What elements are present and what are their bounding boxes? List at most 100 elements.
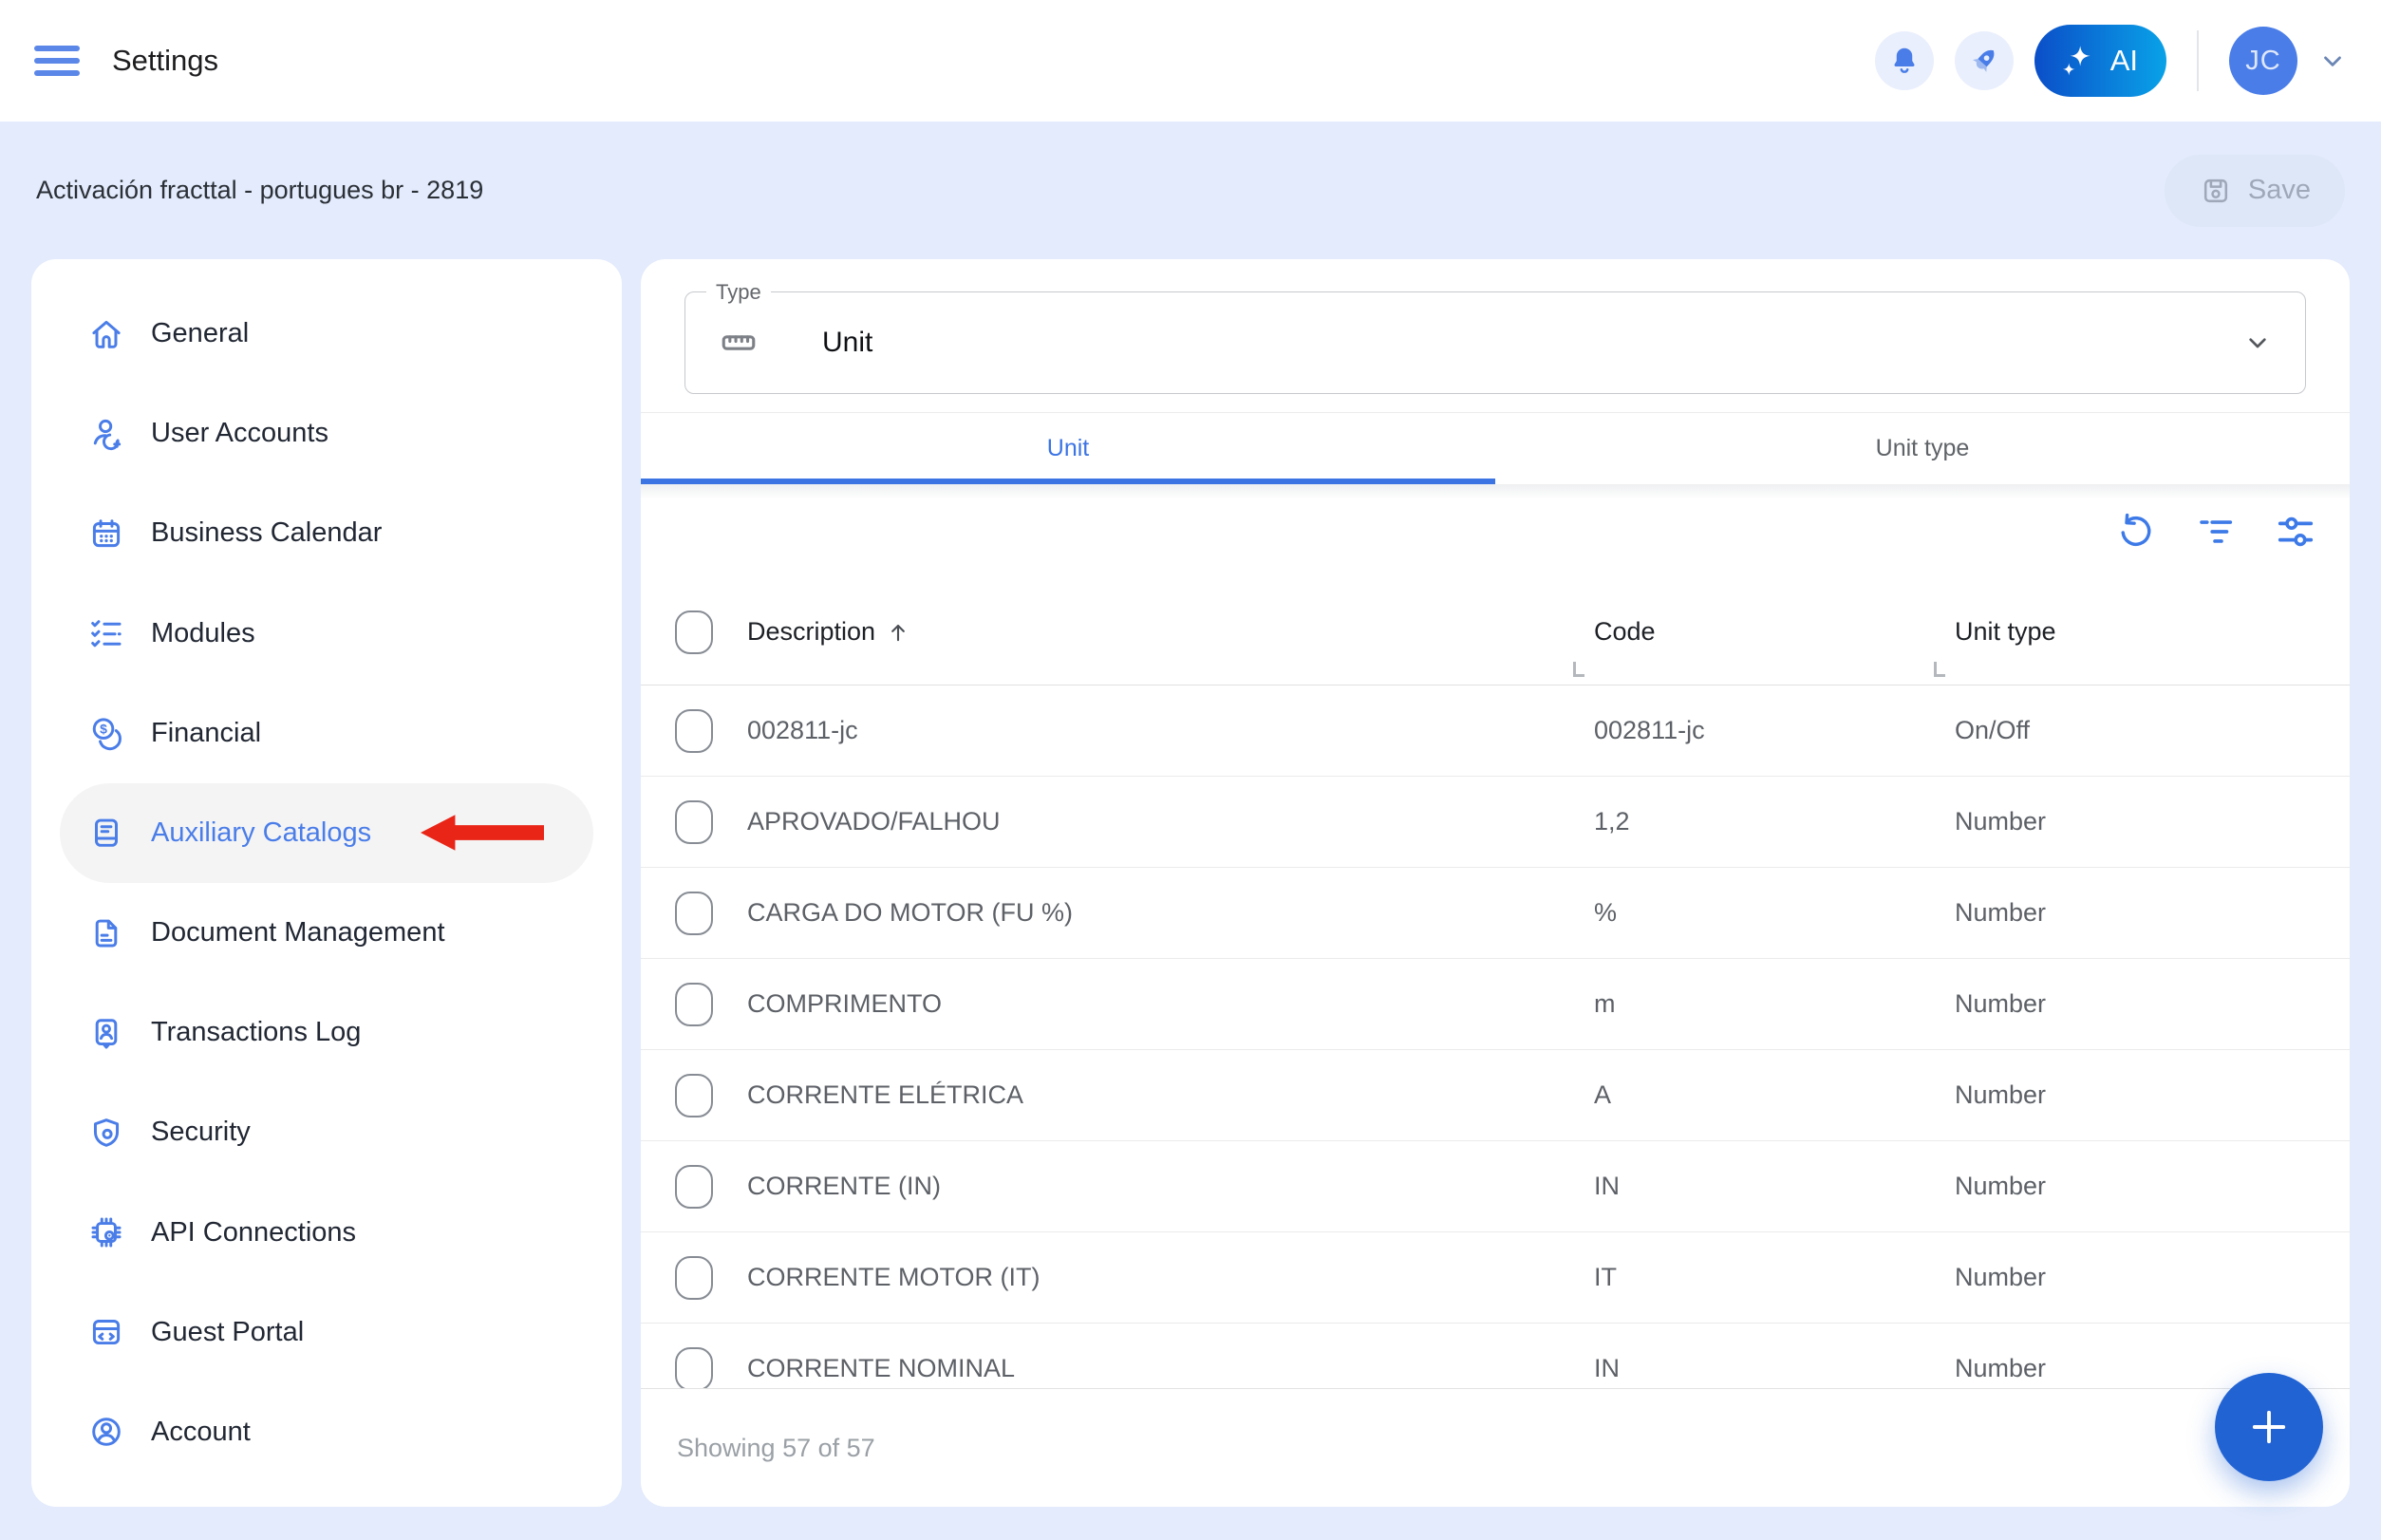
notifications-button[interactable] [1875, 31, 1934, 90]
whats-new-button[interactable] [1955, 31, 2014, 90]
table-body: 002811-jc 002811-jc On/Off APROVADO/FALH… [641, 685, 2350, 1388]
sidebar-item-label: Auxiliary Catalogs [151, 817, 371, 849]
transactions-icon [86, 1013, 126, 1053]
tune-icon[interactable] [2274, 510, 2317, 554]
company-title: Activación fracttal - portugues br - 281… [36, 176, 483, 205]
catalogs-icon [86, 813, 126, 853]
sidebar-item-label: Account [151, 1417, 251, 1448]
table-row[interactable]: 002811-jc 002811-jc On/Off [641, 685, 2350, 777]
add-button[interactable] [2215, 1373, 2323, 1481]
column-header-description[interactable]: Description [747, 617, 1594, 647]
financial-icon: $ [86, 713, 126, 753]
api-icon [86, 1212, 126, 1252]
save-icon [2199, 174, 2233, 208]
type-section: Type Unit [641, 259, 2350, 413]
sidebar-item-security[interactable]: Security [60, 1082, 593, 1182]
sidebar-item-api-connections[interactable]: API Connections [60, 1183, 593, 1283]
sidebar-item-label: Modules [151, 618, 255, 649]
user-add-icon [86, 414, 126, 454]
table-row[interactable]: APROVADO/FALHOU 1,2 Number [641, 777, 2350, 868]
sidebar-item-business-calendar[interactable]: Business Calendar [60, 483, 593, 583]
sidebar-item-label: Guest Portal [151, 1317, 304, 1348]
sidebar-item-label: API Connections [151, 1217, 356, 1249]
row-checkbox[interactable] [675, 709, 713, 753]
sidebar-item-label: Financial [151, 718, 261, 749]
sidebar-item-label: Security [151, 1117, 251, 1148]
checklist-icon [86, 613, 126, 653]
column-header-unit-type[interactable]: Unit type [1955, 617, 2315, 647]
portal-icon [86, 1312, 126, 1352]
sidebar-item-user-accounts[interactable]: User Accounts [60, 384, 593, 483]
type-select-label: Type [706, 280, 771, 305]
row-checkbox[interactable] [675, 892, 713, 935]
sidebar-item-account[interactable]: Account [60, 1382, 593, 1482]
rocket-icon [1966, 43, 2002, 79]
row-checkbox[interactable] [675, 1256, 713, 1300]
column-resize-handle[interactable] [1934, 662, 1945, 677]
chevron-down-icon[interactable] [2318, 47, 2347, 75]
sidebar-item-label: Document Management [151, 917, 445, 948]
type-select[interactable]: Type Unit [684, 291, 2306, 394]
sidebar-item-label: General [151, 318, 249, 349]
account-icon [86, 1412, 126, 1452]
avatar[interactable]: JC [2229, 27, 2297, 95]
tab-label: Unit [1047, 435, 1089, 462]
row-checkbox[interactable] [675, 1074, 713, 1117]
save-label: Save [2248, 175, 2311, 206]
sidebar-item-document-management[interactable]: Document Management [60, 883, 593, 983]
tab-unit-type[interactable]: Unit type [1495, 413, 2350, 484]
auxiliary-catalogs-panel: Type Unit Unit Unit type [641, 259, 2350, 1507]
top-bar: Settings [0, 0, 2381, 122]
page-title: Settings [112, 44, 218, 78]
security-icon [86, 1113, 126, 1153]
tab-label: Unit type [1876, 435, 1970, 462]
tab-bar: Unit Unit type [641, 413, 2350, 484]
ai-label: AI [2110, 44, 2138, 78]
calendar-icon [86, 514, 126, 554]
plus-icon [2244, 1402, 2294, 1452]
table-row[interactable]: COMPRIMENTO m Number [641, 959, 2350, 1050]
type-select-value: Unit [822, 327, 872, 359]
settings-sidebar: General User Accounts Business Calendar … [31, 259, 622, 1507]
select-all-checkbox[interactable] [675, 610, 713, 654]
filter-icon[interactable] [2194, 510, 2238, 554]
sidebar-item-label: Transactions Log [151, 1017, 361, 1048]
svg-text:$: $ [100, 722, 107, 737]
chevron-down-icon [2242, 328, 2273, 358]
menu-icon[interactable] [34, 46, 80, 76]
bell-icon [1886, 43, 1922, 79]
showing-count: Showing 57 of 57 [677, 1434, 875, 1463]
refresh-icon[interactable] [2114, 510, 2158, 554]
row-checkbox[interactable] [675, 800, 713, 844]
column-resize-handle[interactable] [1573, 662, 1584, 677]
table-row[interactable]: CORRENTE NOMINAL IN Number [641, 1324, 2350, 1388]
table-toolbar [641, 484, 2350, 579]
sidebar-item-label: Business Calendar [151, 517, 382, 549]
document-icon [86, 913, 126, 953]
home-icon [86, 314, 126, 354]
row-checkbox[interactable] [675, 983, 713, 1026]
ruler-icon [718, 322, 759, 364]
sparkle-icon [2057, 41, 2097, 81]
column-header-code[interactable]: Code [1594, 617, 1955, 647]
sidebar-item-transactions-log[interactable]: Transactions Log [60, 983, 593, 1082]
table-row[interactable]: CORRENTE (IN) IN Number [641, 1141, 2350, 1232]
highlight-arrow-icon [421, 812, 544, 854]
sort-ascending-icon [885, 619, 911, 646]
sidebar-item-guest-portal[interactable]: Guest Portal [60, 1283, 593, 1382]
row-checkbox[interactable] [675, 1347, 713, 1389]
table-row[interactable]: CORRENTE ELÉTRICA A Number [641, 1050, 2350, 1141]
sub-header: Activación fracttal - portugues br - 281… [0, 122, 2381, 259]
ai-assistant-button[interactable]: AI [2034, 25, 2166, 97]
sidebar-item-auxiliary-catalogs[interactable]: Auxiliary Catalogs [60, 783, 593, 883]
table-row[interactable]: CARGA DO MOTOR (FU %) % Number [641, 868, 2350, 959]
table-footer: Showing 57 of 57 [641, 1388, 2350, 1507]
sidebar-item-financial[interactable]: $ Financial [60, 684, 593, 783]
sidebar-item-general[interactable]: General [60, 284, 593, 384]
save-button[interactable]: Save [2165, 155, 2345, 227]
table-row[interactable]: CORRENTE MOTOR (IT) IT Number [641, 1232, 2350, 1324]
tab-unit[interactable]: Unit [641, 413, 1495, 484]
row-checkbox[interactable] [675, 1165, 713, 1209]
table-header: Description Code Unit type [641, 579, 2350, 685]
sidebar-item-modules[interactable]: Modules [60, 584, 593, 684]
